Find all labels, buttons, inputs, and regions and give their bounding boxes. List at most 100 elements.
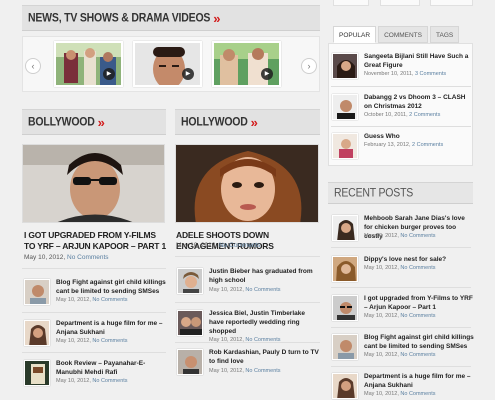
thumb-image [333,335,357,359]
post-date: May 10, 2012, [56,338,91,344]
bollywood-hero-image[interactable] [22,144,165,223]
comments-link[interactable]: No Comments [67,254,109,261]
tab-tags[interactable]: TAGS [430,26,460,43]
post-date: May 10, 2012, [56,378,91,384]
tab-popular[interactable]: POPULAR [333,26,377,43]
video-thumb-3[interactable]: ▶ [212,41,281,87]
thumb-image [25,321,49,345]
comments-link[interactable]: No Comments [400,352,435,358]
divider [331,327,471,328]
hollywood-section-header: HOLLYWOOD » [175,109,320,135]
post-meta: November 10, 2011, 3 Comments [364,71,446,77]
post-title[interactable]: Jessica Biel, Justin Timberlake have rep… [209,309,319,336]
videos-section-title[interactable]: NEWS, TV SHOWS & DRAMA VIDEOS [28,11,210,25]
list-item: Department is a huge film for me – Anjan… [24,320,166,354]
post-title[interactable]: Department is a huge film for me – Anjan… [56,319,168,337]
post-meta: May 10, 2012, No Comments [364,352,436,358]
tab-comments[interactable]: COMMENTS [378,26,428,43]
post-date: November 10, 2011, [364,71,414,77]
post-title[interactable]: Book Review – Payanahar-E-Manubhi Mehdi … [56,359,168,377]
post-thumbnail[interactable] [177,310,203,336]
post-thumbnail[interactable] [24,360,50,386]
bollywood-section-title[interactable]: BOLLYWOOD [28,115,95,129]
post-title[interactable]: Blog Fight against girl child killings c… [364,333,474,351]
hollywood-hero-image[interactable] [175,144,319,223]
post-meta: October 10, 2011, 2 Comments [364,112,440,118]
hollywood-section-title[interactable]: HOLLYWOOD [181,115,248,129]
chevron-icon: » [97,114,105,130]
divider [22,352,166,353]
comments-link[interactable]: No Comments [245,368,280,374]
thumb-image [25,280,49,304]
post-title[interactable]: Dabangg 2 vs Dhoom 3 – CLASH on Christma… [364,93,474,111]
video-carousel: ‹ ▶ ▶ ▶ › [22,36,320,92]
list-item: Department is a huge film for me – Anjan… [332,373,472,400]
carousel-next-button[interactable]: › [301,58,317,74]
post-thumbnail[interactable] [332,295,358,321]
videos-section-header: NEWS, TV SHOWS & DRAMA VIDEOS » [22,5,320,31]
comments-link[interactable]: No Comments [92,338,127,344]
comments-link[interactable]: No Comments [400,391,435,397]
video-thumb-2[interactable]: ▶ [133,41,202,87]
comments-link[interactable]: No Comments [92,297,127,303]
post-thumbnail[interactable] [177,349,203,375]
comments-link[interactable]: 3 Comments [415,71,446,77]
post-thumbnail[interactable] [24,279,50,305]
thumb-image [25,361,49,385]
thumb-image [178,350,202,374]
thumb-image [333,296,357,320]
video-thumb-image [214,43,279,85]
list-item: Sangeeta Bijlani Still Have Such a Great… [332,53,472,87]
post-title[interactable]: Sangeeta Bijlani Still Have Such a Great… [364,52,474,70]
video-thumb-1[interactable]: ▶ [54,41,123,87]
video-thumb-image [135,43,200,85]
comments-link[interactable]: No Comments [400,313,435,319]
post-date: May 10, 2012, [364,233,399,239]
sidebar-tabs: POPULAR COMMENTS TAGS [333,26,461,43]
post-thumbnail[interactable] [332,334,358,360]
comments-link[interactable]: No Comments [219,242,261,249]
list-item: Rob Kardashian, Pauly D turn to TV to fi… [177,349,320,383]
thumb-image [333,134,357,158]
divider [175,302,320,303]
play-icon: ▶ [182,68,194,80]
post-thumbnail[interactable] [332,133,358,159]
thumb-image [333,95,357,119]
comments-link[interactable]: No Comments [92,378,127,384]
post-title[interactable]: Dippy's love nest for sale? [364,255,474,264]
post-thumbnail[interactable] [332,373,358,399]
carousel-prev-button[interactable]: ‹ [25,58,41,74]
comments-link[interactable]: 2 Comments [412,142,443,148]
post-title[interactable]: Rob Kardashian, Pauly D turn to TV to fi… [209,348,319,366]
divider [331,247,471,248]
post-thumbnail[interactable] [177,268,203,294]
post-date: May 10, 2012, [56,297,91,303]
divider [22,312,166,313]
post-meta: May 10, 2012, No Comments [364,233,436,239]
bollywood-hero-title[interactable]: I GOT UPGRADED FROM Y-FILMS TO YRF – ARJ… [24,230,166,252]
post-title[interactable]: Department is a huge film for me – Anjan… [364,372,474,390]
post-title[interactable]: Blog Fight against girl child killings c… [56,278,168,296]
post-thumbnail[interactable] [332,94,358,120]
comments-link[interactable]: No Comments [400,233,435,239]
hero-photo [176,145,318,222]
comments-link[interactable]: No Comments [400,265,435,271]
post-date: May 10, 2012, [209,287,244,293]
post-thumbnail[interactable] [332,215,358,241]
bollywood-hero-meta: May 10, 2012, No Comments [24,254,109,261]
comments-link[interactable]: No Comments [245,287,280,293]
post-date: May 10, 2012, [364,352,399,358]
post-title[interactable]: Justin Bieber has graduated from high sc… [209,267,319,285]
list-item: Blog Fight against girl child killings c… [332,333,474,368]
post-title[interactable]: Guess Who [364,132,474,141]
thumb-image [333,216,357,240]
comments-link[interactable]: 2 Comments [409,112,440,118]
post-date: May 10, 2012, [364,313,399,319]
post-thumbnail[interactable] [332,256,358,282]
post-meta: May 10, 2012, No Comments [56,338,128,344]
post-thumbnail[interactable] [332,53,358,79]
post-thumbnail[interactable] [24,320,50,346]
thumb-image [178,269,202,293]
post-title[interactable]: I got upgraded from Y-Films to YRF – Arj… [364,294,474,312]
post-date: May 10, 2012, [209,368,244,374]
